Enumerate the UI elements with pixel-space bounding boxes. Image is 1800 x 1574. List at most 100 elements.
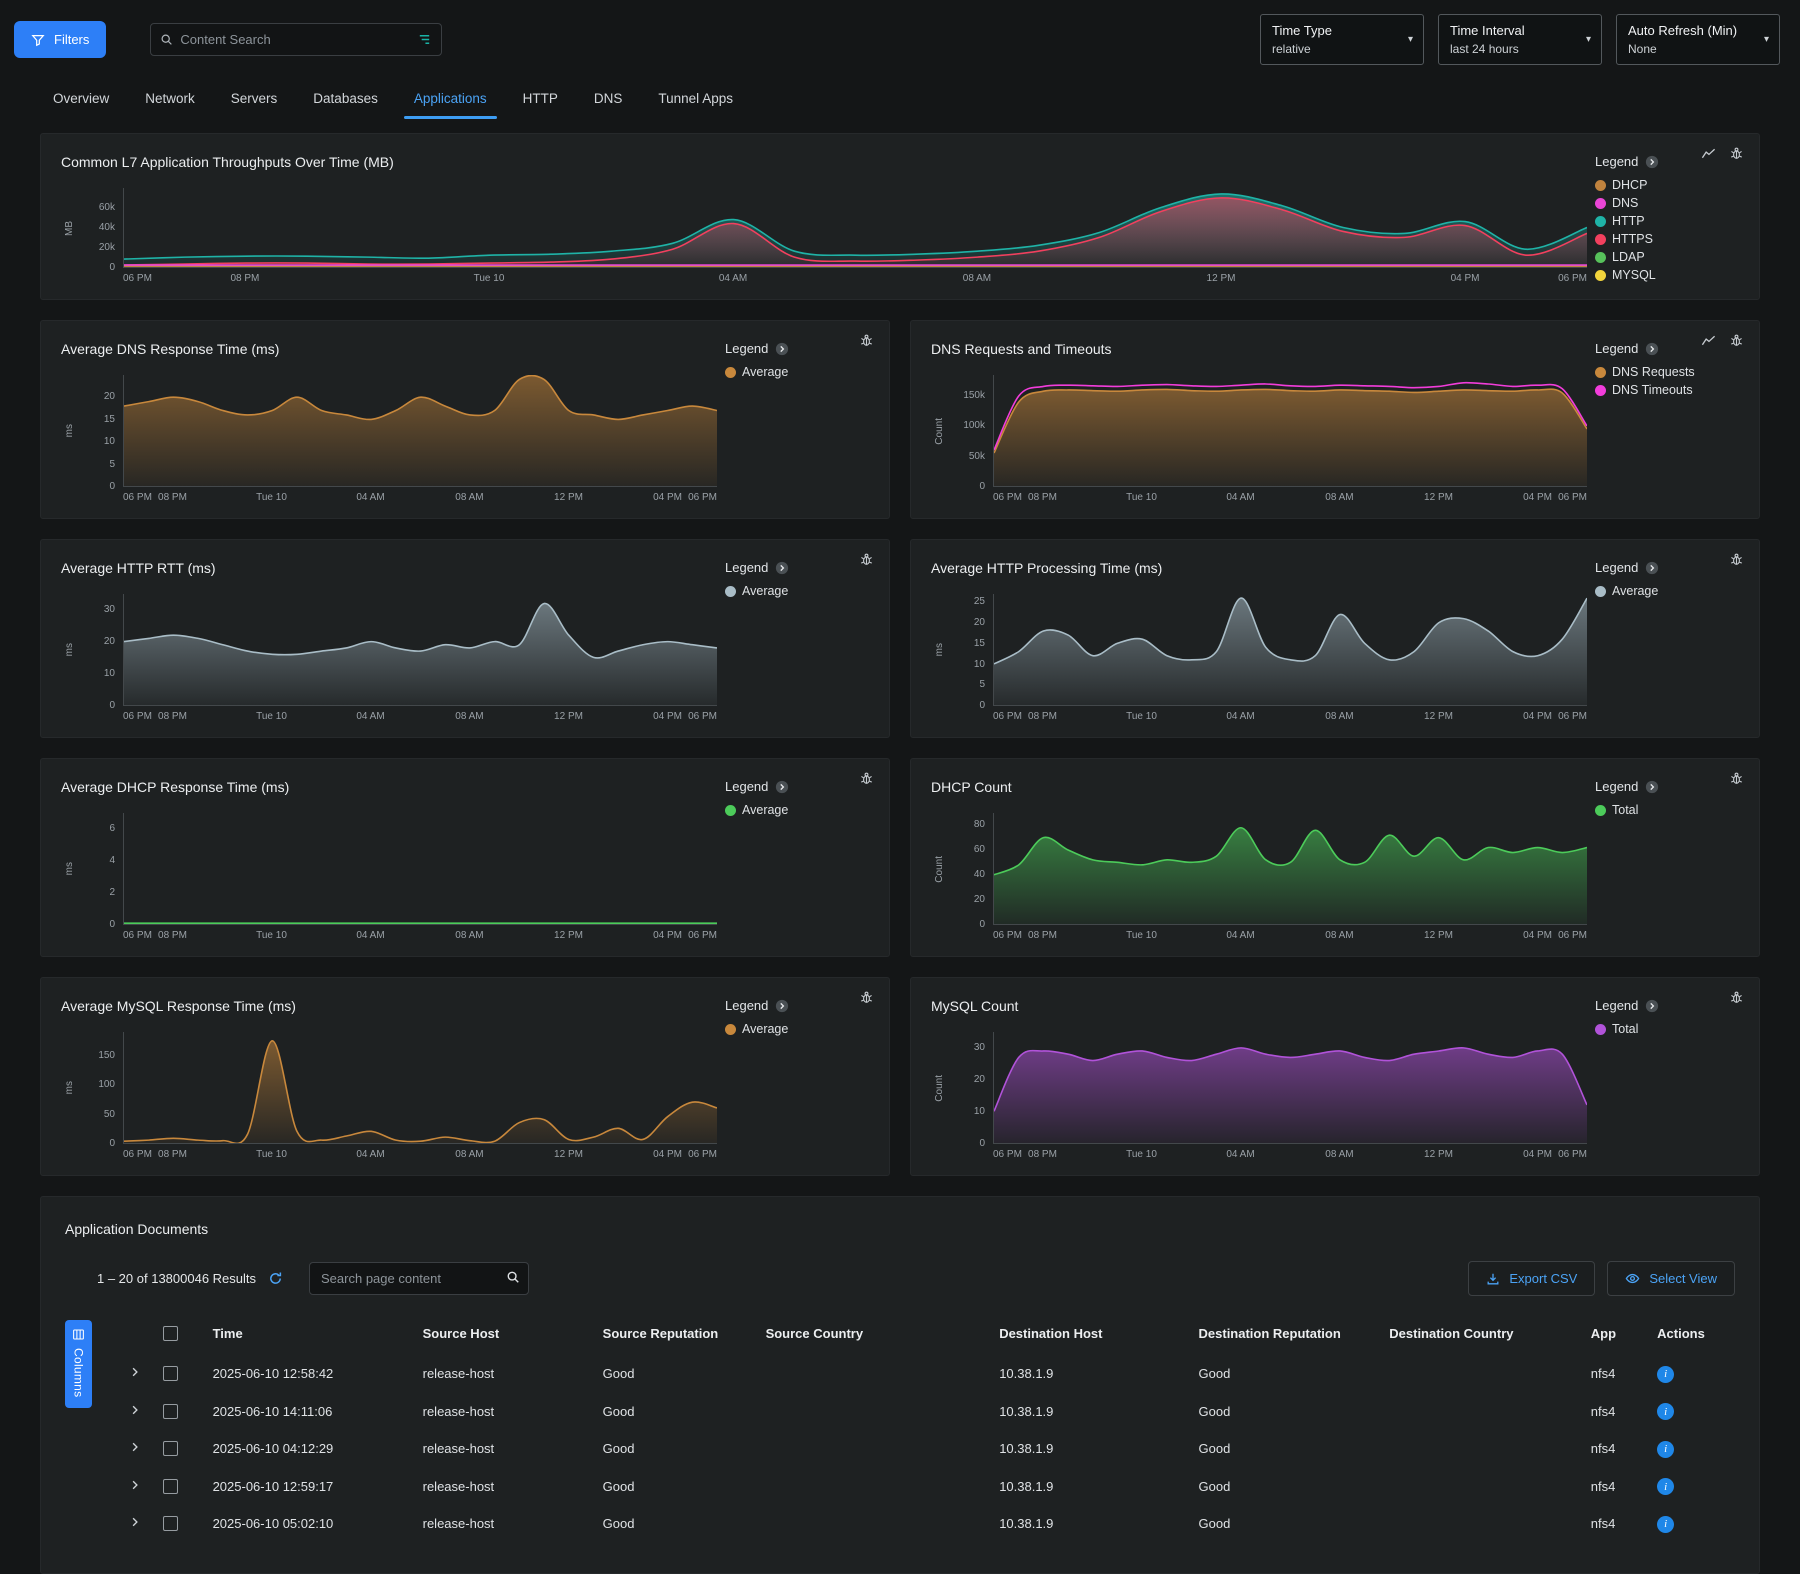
legend-item-mysql[interactable]: MYSQL [1595,268,1743,282]
legend-item-average[interactable]: Average [725,1022,873,1036]
tab-applications[interactable]: Applications [401,81,500,119]
tab-network[interactable]: Network [132,81,208,119]
column-header-app[interactable]: App [1583,1316,1649,1355]
tab-servers[interactable]: Servers [218,81,291,119]
expand-row-icon[interactable] [129,1479,141,1491]
table-row: 2025-06-10 12:59:17release-hostGood10.38… [121,1468,1735,1506]
expand-row-icon[interactable] [129,1404,141,1416]
legend-arrow-icon[interactable] [1645,342,1659,356]
bug-icon[interactable] [1729,552,1744,567]
column-header-source-country[interactable]: Source Country [758,1316,992,1355]
query-language-icon[interactable] [417,32,432,47]
auto-refresh-min-dropdown[interactable]: Auto Refresh (Min)None▾ [1616,14,1780,65]
info-icon[interactable]: i [1657,1516,1674,1533]
page-search-button[interactable] [502,1266,524,1291]
bug-icon[interactable] [859,333,874,348]
bug-icon[interactable] [859,552,874,567]
legend-item-average[interactable]: Average [725,584,873,598]
cell-destination-reputation: Good [1191,1430,1382,1468]
legend-item-http[interactable]: HTTP [1595,214,1743,228]
tab-overview[interactable]: Overview [40,81,122,119]
bug-icon[interactable] [1729,990,1744,1005]
row-checkbox[interactable] [163,1404,178,1419]
chart-plot-area[interactable] [993,1032,1587,1144]
bug-icon[interactable] [1729,146,1744,161]
chart-plot-area[interactable] [123,813,717,925]
legend-item-total[interactable]: Total [1595,1022,1743,1036]
x-tick-label: 08 PM [1028,930,1057,941]
x-tick-label: 04 PM [653,711,682,722]
legend-arrow-icon[interactable] [1645,780,1659,794]
tab-dns[interactable]: DNS [581,81,636,119]
y-tick-label: 20 [974,618,985,628]
legend-arrow-icon[interactable] [775,780,789,794]
filters-button[interactable]: Filters [14,21,106,58]
legend-arrow-icon[interactable] [775,561,789,575]
search-icon [506,1270,520,1284]
legend-item-dns-timeouts[interactable]: DNS Timeouts [1595,383,1743,397]
tab-databases[interactable]: Databases [300,81,391,119]
info-icon[interactable]: i [1657,1403,1674,1420]
chart-plot-area[interactable] [993,375,1587,487]
y-tick-label: 150k [963,391,985,401]
column-header-destination-country[interactable]: Destination Country [1381,1316,1582,1355]
expand-row-icon[interactable] [129,1516,141,1528]
line-chart-icon[interactable] [1701,146,1716,161]
expand-row-icon[interactable] [129,1366,141,1378]
legend-item-total[interactable]: Total [1595,803,1743,817]
legend-item-average[interactable]: Average [725,803,873,817]
column-header-destination-host[interactable]: Destination Host [991,1316,1190,1355]
column-header-source-host[interactable]: Source Host [415,1316,595,1355]
legend-item-average[interactable]: Average [1595,584,1743,598]
legend-item-average[interactable]: Average [725,365,873,379]
page-search-input[interactable] [321,1271,502,1286]
content-search-input[interactable] [180,32,410,47]
chart-plot-area[interactable] [123,1032,717,1144]
tab-tunnel-apps[interactable]: Tunnel Apps [645,81,746,119]
legend-item-label: Total [1612,1022,1638,1036]
legend-arrow-icon[interactable] [1645,999,1659,1013]
legend-arrow-icon[interactable] [775,342,789,356]
column-header-time[interactable]: Time [205,1316,415,1355]
cell-source-host: release-host [415,1393,595,1431]
chart-plot-area[interactable] [993,594,1587,706]
legend-item-dns-requests[interactable]: DNS Requests [1595,365,1743,379]
x-tick-label: 04 PM [1523,930,1552,941]
column-header-source-reputation[interactable]: Source Reputation [595,1316,758,1355]
tab-http[interactable]: HTTP [510,81,571,119]
row-checkbox[interactable] [163,1366,178,1381]
legend-item-dhcp[interactable]: DHCP [1595,178,1743,192]
select-view-button[interactable]: Select View [1607,1261,1735,1296]
time-interval-dropdown[interactable]: Time Intervallast 24 hours▾ [1438,14,1602,65]
chart-plot-area[interactable] [123,375,717,487]
time-type-dropdown[interactable]: Time Typerelative▾ [1260,14,1424,65]
row-checkbox[interactable] [163,1441,178,1456]
select-all-checkbox[interactable] [163,1326,178,1341]
column-header-actions[interactable]: Actions [1649,1316,1735,1355]
info-icon[interactable]: i [1657,1441,1674,1458]
expand-row-icon[interactable] [129,1441,141,1453]
bug-icon[interactable] [859,990,874,1005]
bug-icon[interactable] [1729,771,1744,786]
refresh-icon[interactable] [268,1271,283,1286]
legend-item-label: Average [742,365,788,379]
column-header-destination-reputation[interactable]: Destination Reputation [1191,1316,1382,1355]
chart-plot-area[interactable] [123,188,1587,268]
export-csv-button[interactable]: Export CSV [1468,1261,1595,1296]
info-icon[interactable]: i [1657,1478,1674,1495]
chart-plot-area[interactable] [993,813,1587,925]
line-chart-icon[interactable] [1701,333,1716,348]
row-checkbox[interactable] [163,1479,178,1494]
row-checkbox[interactable] [163,1516,178,1531]
legend-item-dns[interactable]: DNS [1595,196,1743,210]
bug-icon[interactable] [859,771,874,786]
columns-button[interactable]: Columns [65,1320,92,1408]
chart-plot-area[interactable] [123,594,717,706]
legend-arrow-icon[interactable] [775,999,789,1013]
legend-arrow-icon[interactable] [1645,155,1659,169]
legend-item-https[interactable]: HTTPS [1595,232,1743,246]
bug-icon[interactable] [1729,333,1744,348]
legend-item-ldap[interactable]: LDAP [1595,250,1743,264]
info-icon[interactable]: i [1657,1366,1674,1383]
legend-arrow-icon[interactable] [1645,561,1659,575]
